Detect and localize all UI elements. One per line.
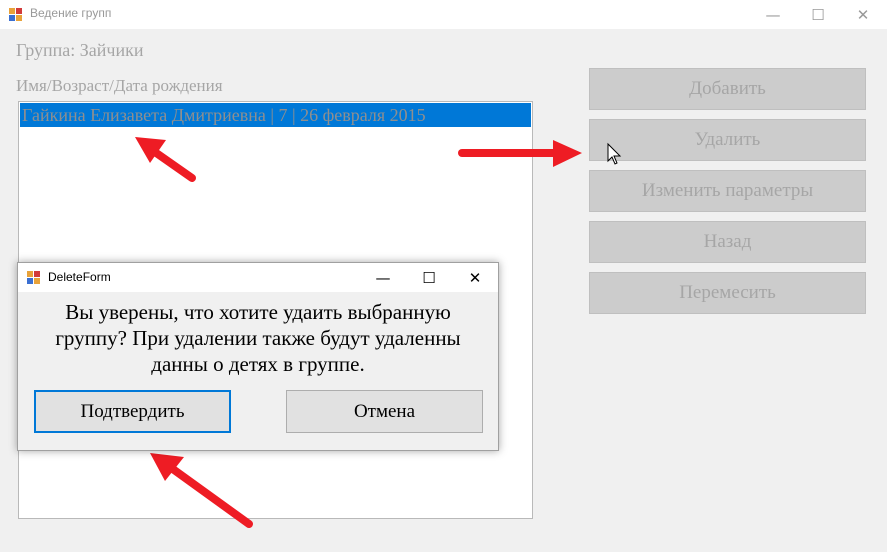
dialog-title: DeleteForm <box>48 270 111 284</box>
maximize-icon[interactable]: ☐ <box>406 263 452 292</box>
cancel-button[interactable]: Отмена <box>286 390 483 433</box>
delete-dialog: DeleteForm — ☐ ✕ Вы уверены, что хотите … <box>17 262 499 451</box>
dialog-message: Вы уверены, что хотите удаить выбранную … <box>18 299 498 377</box>
dialog-message-line: группу? При удалении также будут удаленн… <box>55 326 461 350</box>
dialog-message-line: Вы уверены, что хотите удаить выбранную <box>65 300 451 324</box>
minimize-icon[interactable]: — <box>360 263 406 292</box>
confirm-button[interactable]: Подтвердить <box>34 390 231 433</box>
dialog-titlebar: DeleteForm — ☐ ✕ <box>18 263 498 292</box>
dialog-message-line: данны о детях в группе. <box>151 352 365 376</box>
app-icon <box>27 271 41 285</box>
close-icon[interactable]: ✕ <box>452 263 498 292</box>
